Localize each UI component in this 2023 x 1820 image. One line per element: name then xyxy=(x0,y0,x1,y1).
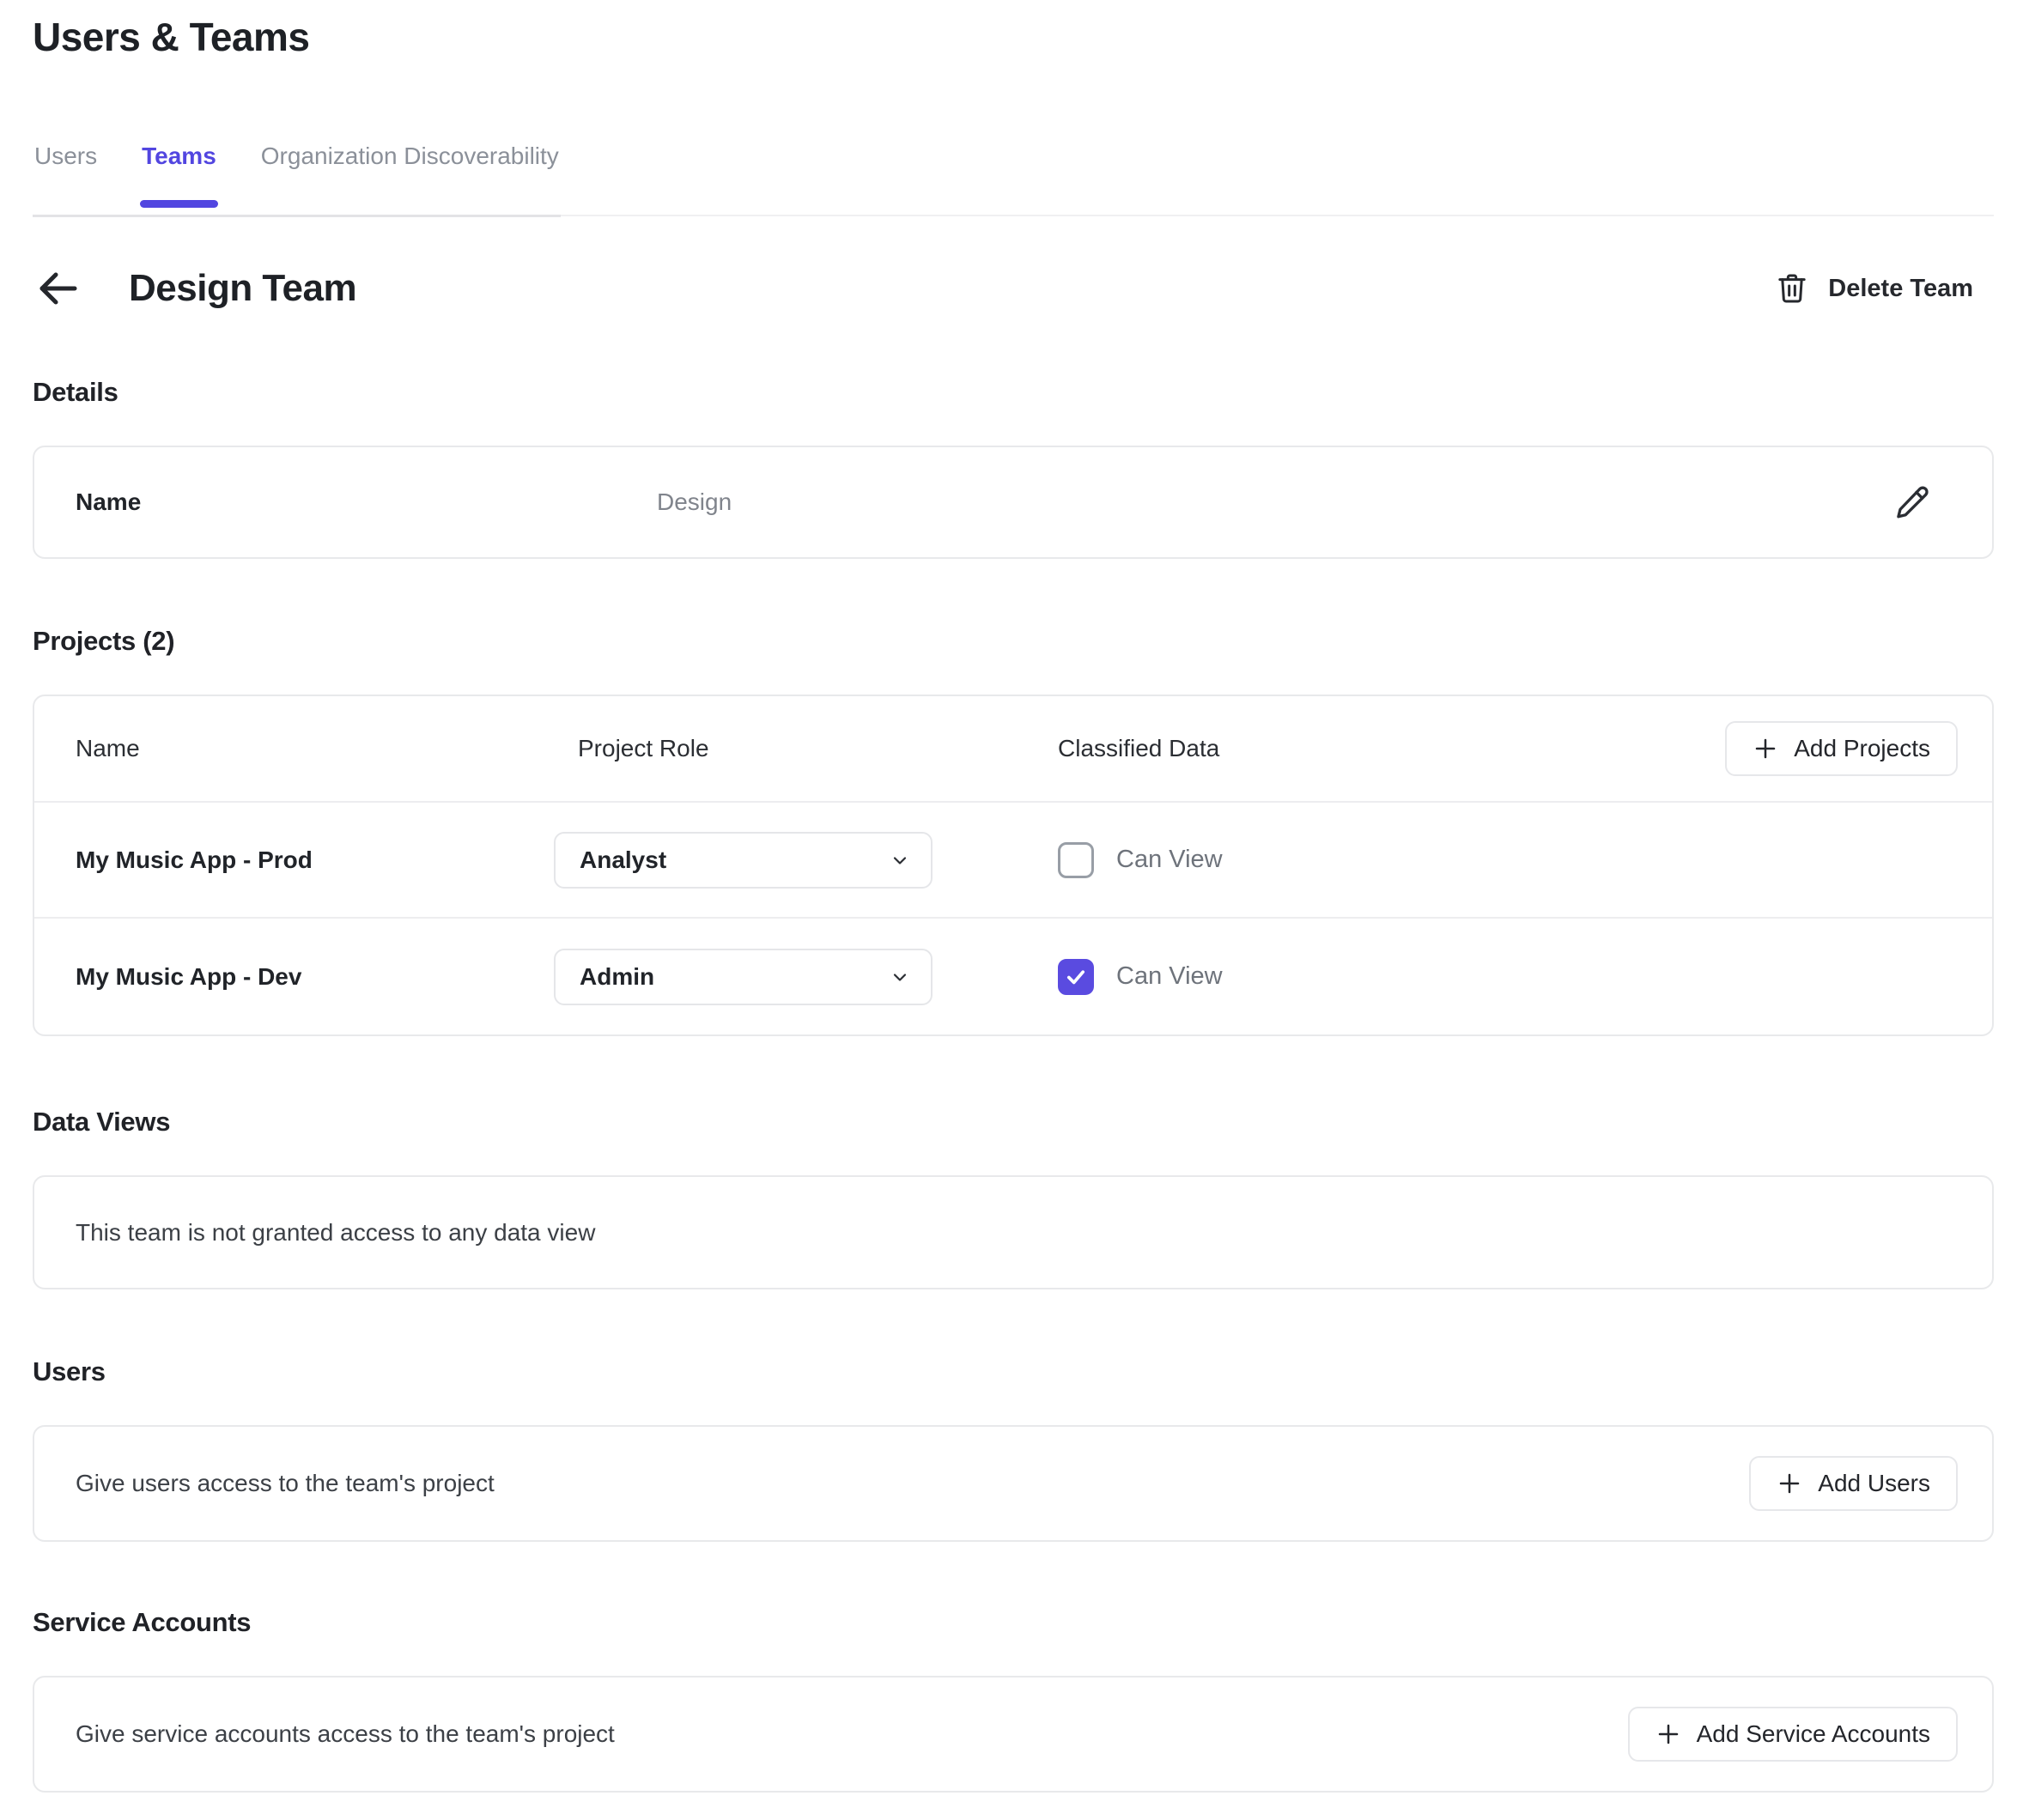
chevron-down-icon xyxy=(890,850,910,871)
users-empty-text: Give users access to the team's project xyxy=(76,1470,495,1497)
project-role-value: Analyst xyxy=(580,846,666,874)
tabs: Users Teams Organization Discoverability xyxy=(33,143,561,217)
add-service-accounts-label: Add Service Accounts xyxy=(1697,1720,1930,1748)
projects-card: Name Project Role Classified Data Add Pr… xyxy=(33,695,1994,1036)
page-title: Users & Teams xyxy=(33,0,1994,60)
plus-icon xyxy=(1777,1471,1802,1496)
project-role-cell: Analyst xyxy=(554,832,1058,889)
projects-heading: Projects (2) xyxy=(33,626,1994,657)
tab-teams[interactable]: Teams xyxy=(140,143,218,215)
column-header-classified-data: Classified Data xyxy=(1058,735,1725,762)
project-name: My Music App - Dev xyxy=(76,963,554,991)
add-users-button[interactable]: Add Users xyxy=(1749,1456,1958,1511)
detail-name-value: Design xyxy=(657,488,732,516)
delete-team-button[interactable]: Delete Team xyxy=(1775,271,1973,306)
service-accounts-empty-text: Give service accounts access to the team… xyxy=(76,1720,615,1748)
project-role-select[interactable]: Analyst xyxy=(554,832,933,889)
tab-bar: Users Teams Organization Discoverability xyxy=(33,143,1994,217)
plus-icon xyxy=(1655,1721,1681,1747)
projects-table-header: Name Project Role Classified Data Add Pr… xyxy=(34,696,1992,803)
can-view-checkbox[interactable] xyxy=(1058,842,1094,878)
add-service-accounts-button[interactable]: Add Service Accounts xyxy=(1628,1707,1958,1762)
data-views-empty-text: This team is not granted access to any d… xyxy=(76,1219,595,1247)
project-role-select[interactable]: Admin xyxy=(554,949,933,1005)
trash-icon xyxy=(1775,271,1809,306)
can-view-checkbox[interactable] xyxy=(1058,959,1094,995)
check-icon xyxy=(1064,965,1088,989)
team-header: Design Team Delete Team xyxy=(33,264,1994,313)
project-row-prod: My Music App - Prod Analyst Can View xyxy=(34,803,1992,919)
detail-name-label: Name xyxy=(76,488,657,516)
tab-organization-discoverability[interactable]: Organization Discoverability xyxy=(259,143,561,215)
plus-icon xyxy=(1753,736,1778,761)
data-views-heading: Data Views xyxy=(33,1107,1994,1138)
arrow-left-icon xyxy=(33,264,82,312)
project-row-dev: My Music App - Dev Admin Can View xyxy=(34,919,1992,1034)
page: Users & Teams Users Teams Organization D… xyxy=(0,0,2023,1793)
tab-users[interactable]: Users xyxy=(33,143,99,215)
details-card: Name Design xyxy=(33,446,1994,559)
chevron-down-icon xyxy=(890,967,910,987)
users-heading: Users xyxy=(33,1356,1994,1387)
project-role-value: Admin xyxy=(580,963,654,991)
classified-data-cell: Can View xyxy=(1058,959,1958,995)
details-heading: Details xyxy=(33,377,1994,408)
add-projects-label: Add Projects xyxy=(1794,735,1930,762)
delete-team-label: Delete Team xyxy=(1828,275,1973,303)
add-projects-button[interactable]: Add Projects xyxy=(1725,721,1958,776)
data-views-card: This team is not granted access to any d… xyxy=(33,1175,1994,1289)
edit-name-button[interactable] xyxy=(1894,484,1930,520)
column-header-name: Name xyxy=(76,735,554,762)
can-view-label: Can View xyxy=(1116,962,1223,991)
back-button[interactable] xyxy=(33,264,82,313)
add-users-label: Add Users xyxy=(1818,1470,1930,1497)
classified-data-cell: Can View xyxy=(1058,842,1958,878)
team-title: Design Team xyxy=(129,267,356,310)
users-card: Give users access to the team's project … xyxy=(33,1425,1994,1542)
service-accounts-heading: Service Accounts xyxy=(33,1607,1994,1638)
column-header-project-role: Project Role xyxy=(554,735,1058,762)
can-view-label: Can View xyxy=(1116,846,1223,874)
project-name: My Music App - Prod xyxy=(76,846,554,874)
service-accounts-card: Give service accounts access to the team… xyxy=(33,1676,1994,1793)
project-role-cell: Admin xyxy=(554,949,1058,1005)
pencil-icon xyxy=(1894,484,1930,520)
